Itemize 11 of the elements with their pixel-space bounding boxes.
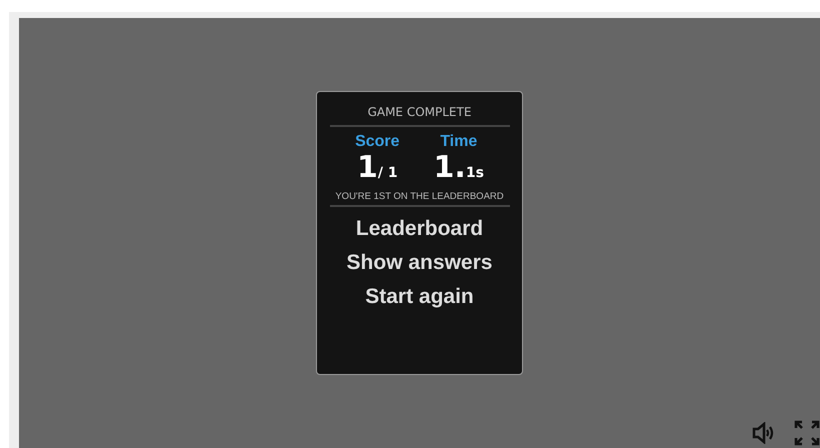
stat-value: 1/ 1 (357, 151, 398, 185)
stat-value: 1.1s (434, 151, 484, 185)
leaderboard-message: YOU'RE 1ST ON THE LEADERBOARD (335, 191, 504, 202)
menu-button[interactable]: Start again (359, 283, 480, 311)
stat-label: Time (440, 133, 478, 151)
sound-icon[interactable] (752, 422, 776, 444)
menu-button[interactable]: Leaderboard (350, 215, 490, 243)
stat-label: Score (355, 133, 400, 151)
menu-button[interactable]: Show answers (340, 249, 498, 277)
fullscreen-icon[interactable] (794, 420, 820, 446)
panel-title: GAME COMPLETE (368, 105, 472, 119)
